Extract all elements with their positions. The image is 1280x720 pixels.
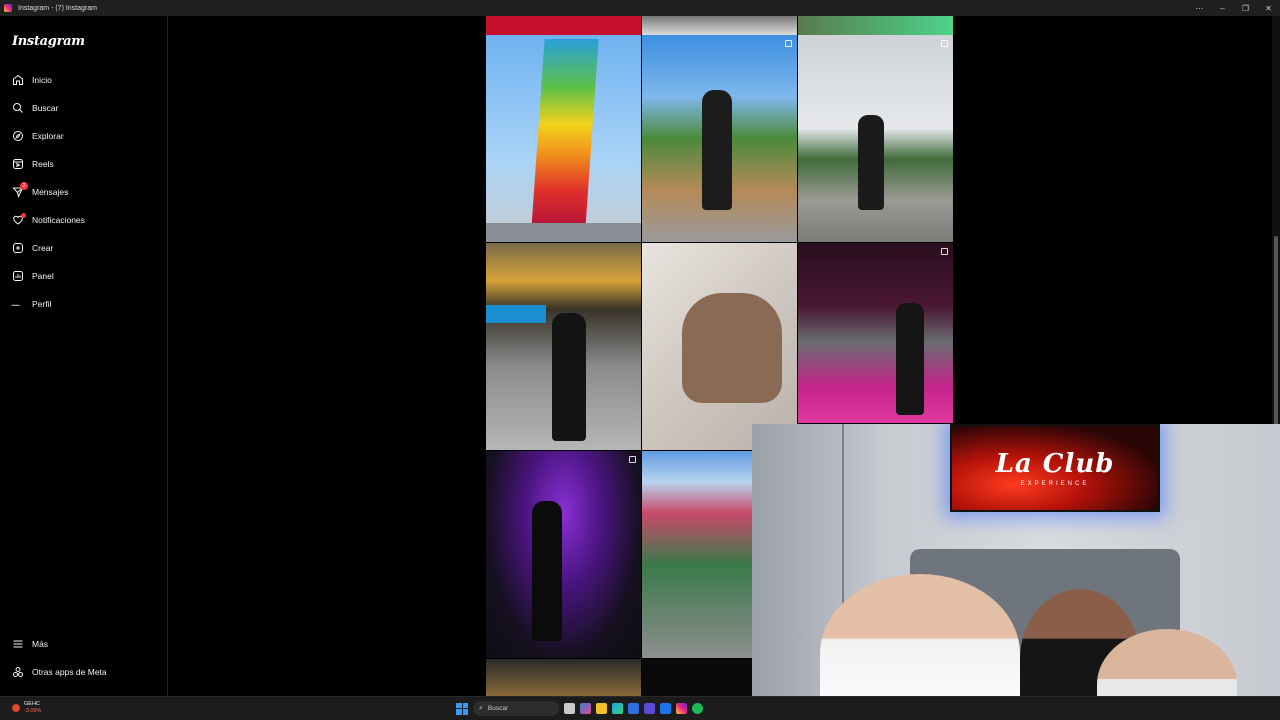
- person-mirror-selfie: [682, 293, 782, 403]
- multiple-posts-icon: [941, 248, 948, 255]
- person-silhouette: [896, 303, 924, 415]
- multiple-posts-icon: [941, 40, 948, 47]
- tv-screen: La Club EXPERIENCE: [950, 424, 1160, 512]
- tv-title: La Club: [995, 449, 1115, 479]
- instagram-logo[interactable]: Instagram: [12, 34, 85, 49]
- search-icon: ⌕: [479, 704, 483, 712]
- post-thumbnail[interactable]: [798, 243, 953, 423]
- ground: [486, 223, 641, 242]
- outlook-icon[interactable]: [660, 703, 671, 714]
- stock-change: -3,06%: [24, 708, 42, 714]
- sidebar-item-crear[interactable]: Crear: [11, 240, 53, 256]
- home-icon: [11, 74, 24, 87]
- sidebar-item-buscar[interactable]: Buscar: [11, 100, 58, 116]
- post-thumbnail[interactable]: [486, 35, 641, 242]
- sidebar-item-mensajes[interactable]: 2 Mensajes: [11, 181, 69, 200]
- multiple-posts-icon: [785, 40, 792, 47]
- sidebar-item-notificaciones[interactable]: Notificaciones: [11, 212, 85, 228]
- menu-icon: [11, 638, 24, 651]
- post-thumbnail[interactable]: [486, 16, 641, 35]
- taskbar-search[interactable]: ⌕ Buscar: [473, 701, 559, 716]
- webcam-overlay: La Club EXPERIENCE: [752, 424, 1280, 720]
- stock-widget[interactable]: GEHC -3,06%: [12, 701, 41, 715]
- post-thumbnail[interactable]: [486, 243, 641, 450]
- tv-subtitle: EXPERIENCE: [1020, 481, 1090, 487]
- sidebar-item-otras-apps[interactable]: Otras apps de Meta: [11, 664, 107, 680]
- stock-icon: [12, 704, 20, 712]
- dashboard-icon: [11, 270, 24, 283]
- sidebar-item-inicio[interactable]: Inicio: [11, 72, 52, 88]
- sidebar-item-label: Más: [32, 639, 49, 649]
- post-thumbnail[interactable]: [486, 451, 641, 658]
- sidebar-item-label: Mensajes: [32, 187, 69, 197]
- sidebar-item-label: Otras apps de Meta: [32, 667, 107, 677]
- file-explorer-icon[interactable]: [596, 703, 607, 714]
- compass-icon: [11, 130, 24, 143]
- sidebar-item-panel[interactable]: Panel: [11, 268, 54, 284]
- task-view-icon[interactable]: [564, 703, 575, 714]
- person-silhouette: [532, 501, 562, 641]
- windows-start-icon[interactable]: [456, 702, 468, 715]
- person-silhouette: [858, 115, 884, 210]
- neon-sign: [803, 257, 810, 273]
- sidebar: Instagram Inicio Buscar Explorar Reels 2…: [0, 16, 168, 696]
- instagram-app-icon: [4, 4, 12, 12]
- heart-icon: [11, 212, 26, 227]
- windows-taskbar: GEHC -3,06% ⌕ Buscar: [0, 696, 1280, 720]
- plus-square-icon: [11, 242, 24, 255]
- post-thumbnail[interactable]: [642, 451, 753, 658]
- sidebar-item-label: Inicio: [32, 75, 52, 85]
- notification-dot: [21, 212, 26, 218]
- sidebar-item-label: Notificaciones: [32, 215, 85, 225]
- window-title: Instagram - (7) Instagram: [18, 4, 97, 12]
- person-silhouette: [702, 90, 732, 210]
- multiple-posts-icon: [629, 456, 636, 463]
- taskbar-apps: ⌕ Buscar: [456, 701, 703, 716]
- sidebar-item-explorar[interactable]: Explorar: [11, 128, 64, 144]
- post-thumbnail[interactable]: [642, 659, 753, 696]
- spotify-icon[interactable]: [692, 703, 703, 714]
- profile-avatar-icon: ▬▬: [11, 302, 20, 307]
- copilot-icon[interactable]: [580, 703, 591, 714]
- messages-badge: 2: [20, 181, 28, 190]
- post-thumbnail[interactable]: [642, 16, 797, 35]
- sidebar-item-label: Buscar: [32, 103, 59, 113]
- edge-icon[interactable]: [612, 703, 623, 714]
- restore-button[interactable]: ❐: [1234, 4, 1257, 13]
- sidebar-item-label: Panel: [32, 271, 54, 281]
- sidebar-item-label: Crear: [32, 243, 54, 253]
- stadium-screen: [486, 305, 546, 323]
- post-thumbnail[interactable]: [798, 16, 953, 35]
- sidebar-item-label: Explorar: [32, 131, 64, 141]
- close-button[interactable]: ✕: [1257, 4, 1280, 13]
- avatar: ▬▬: [11, 298, 24, 311]
- app-icon[interactable]: [628, 703, 639, 714]
- person-silhouette: [552, 313, 586, 441]
- taskbar-search-placeholder: Buscar: [487, 705, 509, 712]
- search-icon: [11, 102, 24, 115]
- instagram-taskbar-icon[interactable]: [676, 703, 687, 714]
- colorful-tower: [531, 39, 599, 229]
- post-thumbnail[interactable]: [642, 243, 797, 450]
- scrollbar-thumb[interactable]: [1274, 236, 1278, 436]
- post-thumbnail[interactable]: [642, 35, 797, 242]
- sidebar-item-mas[interactable]: Más: [11, 636, 48, 652]
- post-thumbnail[interactable]: [486, 659, 641, 696]
- stock-label: GEHC: [24, 701, 40, 707]
- post-thumbnail[interactable]: [798, 35, 953, 242]
- more-options-icon[interactable]: ⋯: [1188, 4, 1211, 13]
- app-icon[interactable]: [644, 703, 655, 714]
- sidebar-item-label: Perfil: [32, 299, 52, 309]
- sidebar-item-reels[interactable]: Reels: [11, 156, 54, 172]
- messenger-icon: 2: [11, 181, 28, 199]
- meta-apps-icon: [11, 666, 24, 679]
- sidebar-item-perfil[interactable]: ▬▬ Perfil: [11, 296, 52, 312]
- reels-icon: [11, 158, 24, 171]
- window-controls: ⋯ – ❐ ✕: [1188, 4, 1280, 13]
- minimize-button[interactable]: –: [1211, 4, 1234, 13]
- window-title-bar: Instagram - (7) Instagram ⋯ – ❐ ✕: [0, 0, 1280, 16]
- sidebar-item-label: Reels: [32, 159, 54, 169]
